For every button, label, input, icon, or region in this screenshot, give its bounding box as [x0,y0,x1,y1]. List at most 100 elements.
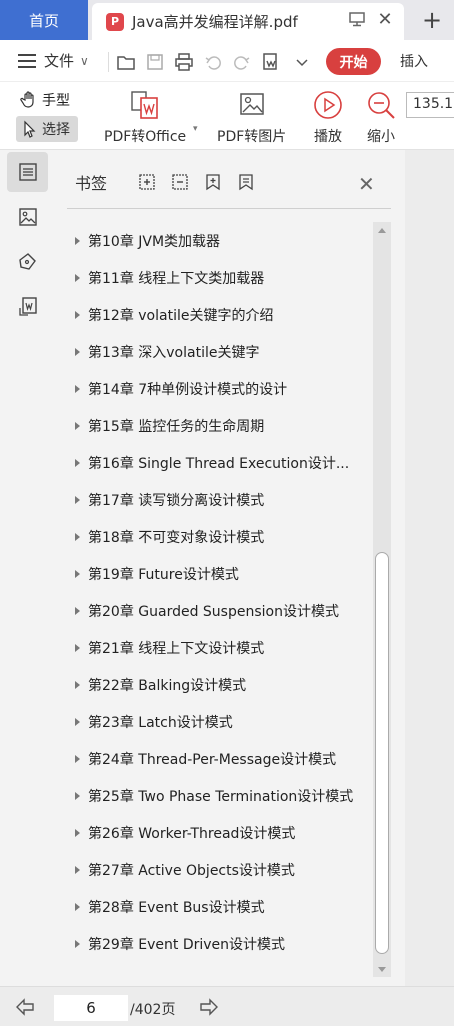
bookmark-item[interactable]: 第17章 读写锁分离设计模式 [67,481,371,518]
bookmark-options-icon[interactable] [236,172,256,192]
expand-arrow-icon[interactable] [75,421,80,430]
play-button[interactable]: 播放 [311,88,345,146]
file-menu-label: 文件 [44,52,75,70]
bookmark-item[interactable]: 第16章 Single Thread Execution设计... [67,444,371,481]
previous-page-arrow-icon[interactable] [14,997,36,1017]
pdf-to-office-label: PDF转Office [104,129,187,145]
bookmark-item[interactable]: 第26章 Worker-Thread设计模式 [67,814,371,851]
scroll-up-arrow-icon[interactable] [373,222,391,238]
save-icon[interactable] [145,52,165,72]
select-tool-label: 选择 [42,122,70,138]
bookmark-item-label: 第29章 Event Driven设计模式 [88,936,286,953]
zoom-out-button[interactable]: 缩小 [364,88,398,146]
bookmark-item[interactable]: 第29章 Event Driven设计模式 [67,925,371,962]
tab-home[interactable]: 首页 [0,0,88,40]
expand-arrow-icon[interactable] [75,791,80,800]
convert-icon[interactable] [261,52,281,72]
expand-arrow-icon[interactable] [75,717,80,726]
zoom-out-icon [368,92,395,119]
bookmark-item-label: 第14章 7种单例设计模式的设计 [88,381,288,398]
select-tool[interactable]: 选择 [16,116,78,142]
expand-arrow-icon[interactable] [75,458,80,467]
bookmark-item[interactable]: 第28章 Event Bus设计模式 [67,888,371,925]
expand-arrow-icon[interactable] [75,310,80,319]
hand-tool[interactable]: 手型 [20,90,70,110]
close-panel-icon[interactable]: ✕ [358,172,375,196]
expand-arrow-icon[interactable] [75,606,80,615]
bookmark-item-label: 第16章 Single Thread Execution设计... [88,455,350,472]
bookmark-item[interactable]: 第18章 不可变对象设计模式 [67,518,371,555]
expand-all-icon[interactable] [137,172,157,192]
bookmark-item[interactable]: 第15章 监控任务的生命周期 [67,407,371,444]
expand-arrow-icon[interactable] [75,754,80,763]
panel-divider [67,208,391,209]
insert-tab[interactable]: 插入 [400,51,428,71]
bookmark-item[interactable]: 第12章 volatile关键字的介绍 [67,296,371,333]
start-tab-button[interactable]: 开始 [326,48,381,75]
expand-arrow-icon[interactable] [75,236,80,245]
hamburger-icon [18,53,36,68]
bookmark-item[interactable]: 第11章 线程上下文类加载器 [67,259,371,296]
bookmark-item-label: 第24章 Thread-Per-Message设计模式 [88,751,337,768]
expand-arrow-icon[interactable] [75,865,80,874]
bookmark-item[interactable]: 第25章 Two Phase Termination设计模式 [67,777,371,814]
bookmark-scrollbar[interactable] [373,222,391,977]
bookmark-item-label: 第26章 Worker-Thread设计模式 [88,825,296,842]
more-chevron-icon[interactable] [292,52,312,72]
expand-arrow-icon[interactable] [75,939,80,948]
zoom-level-input[interactable]: 135.19 [406,92,454,118]
divider [108,52,109,72]
expand-arrow-icon[interactable] [75,680,80,689]
expand-arrow-icon[interactable] [75,495,80,504]
expand-arrow-icon[interactable] [75,532,80,541]
bookmark-item[interactable]: 第24章 Thread-Per-Message设计模式 [67,740,371,777]
open-folder-icon[interactable] [116,52,136,72]
document-area[interactable] [405,150,454,986]
bookmark-item[interactable]: 第21章 线程上下文设计模式 [67,629,371,666]
word-convert-icon [18,297,37,316]
bookmark-panel-title: 书签 [75,174,108,193]
bookmarks-panel-button[interactable] [7,152,48,192]
redo-icon[interactable] [232,52,252,72]
undo-icon[interactable] [203,52,223,72]
pdf-to-image-button[interactable]: PDF转图片 [217,88,286,146]
expand-arrow-icon[interactable] [75,347,80,356]
monitor-icon[interactable] [348,10,366,28]
bookmark-item[interactable]: 第14章 7种单例设计模式的设计 [67,370,371,407]
next-page-arrow-icon[interactable] [198,997,220,1017]
scroll-down-arrow-icon[interactable] [373,961,391,977]
bookmark-item-label: 第28章 Event Bus设计模式 [88,899,265,916]
bookmark-item[interactable]: 第22章 Balking设计模式 [67,666,371,703]
expand-arrow-icon[interactable] [75,569,80,578]
new-tab-icon[interactable]: + [418,6,446,34]
dropdown-caret-icon[interactable]: ▾ [193,124,198,134]
bookmark-item[interactable]: 第10章 JVM类加载器 [67,222,371,259]
bookmark-item[interactable]: 第20章 Guarded Suspension设计模式 [67,592,371,629]
expand-arrow-icon[interactable] [75,643,80,652]
page-number-input[interactable] [54,995,128,1021]
bookmark-item-label: 第21章 线程上下文设计模式 [88,640,265,657]
expand-arrow-icon[interactable] [75,902,80,911]
bookmark-item-label: 第20章 Guarded Suspension设计模式 [88,603,339,620]
hand-icon [20,91,34,108]
annotation-panel-button[interactable] [7,242,48,282]
bookmark-item[interactable]: 第19章 Future设计模式 [67,555,371,592]
bookmark-item[interactable]: 第13章 深入volatile关键字 [67,333,371,370]
print-icon[interactable] [174,52,194,72]
expand-arrow-icon[interactable] [75,828,80,837]
expand-arrow-icon[interactable] [75,384,80,393]
bookmark-item[interactable]: 第23章 Latch设计模式 [67,703,371,740]
pen-nib-icon [18,253,36,270]
convert-panel-button[interactable] [7,287,48,327]
close-tab-icon[interactable]: ✕ [374,8,396,30]
collapse-all-icon[interactable] [170,172,190,192]
file-menu[interactable]: 文件 ∨ [18,50,89,71]
bookmark-item-label: 第25章 Two Phase Termination设计模式 [88,788,354,805]
thumbnails-panel-button[interactable] [7,197,48,237]
pdf-to-office-button[interactable]: PDF转Office [104,88,186,146]
bookmark-item[interactable]: 第27章 Active Objects设计模式 [67,851,371,888]
add-bookmark-icon[interactable] [203,172,223,192]
expand-arrow-icon[interactable] [75,273,80,282]
bookmark-item-label: 第12章 volatile关键字的介绍 [88,307,274,324]
scroll-thumb[interactable] [375,552,389,954]
